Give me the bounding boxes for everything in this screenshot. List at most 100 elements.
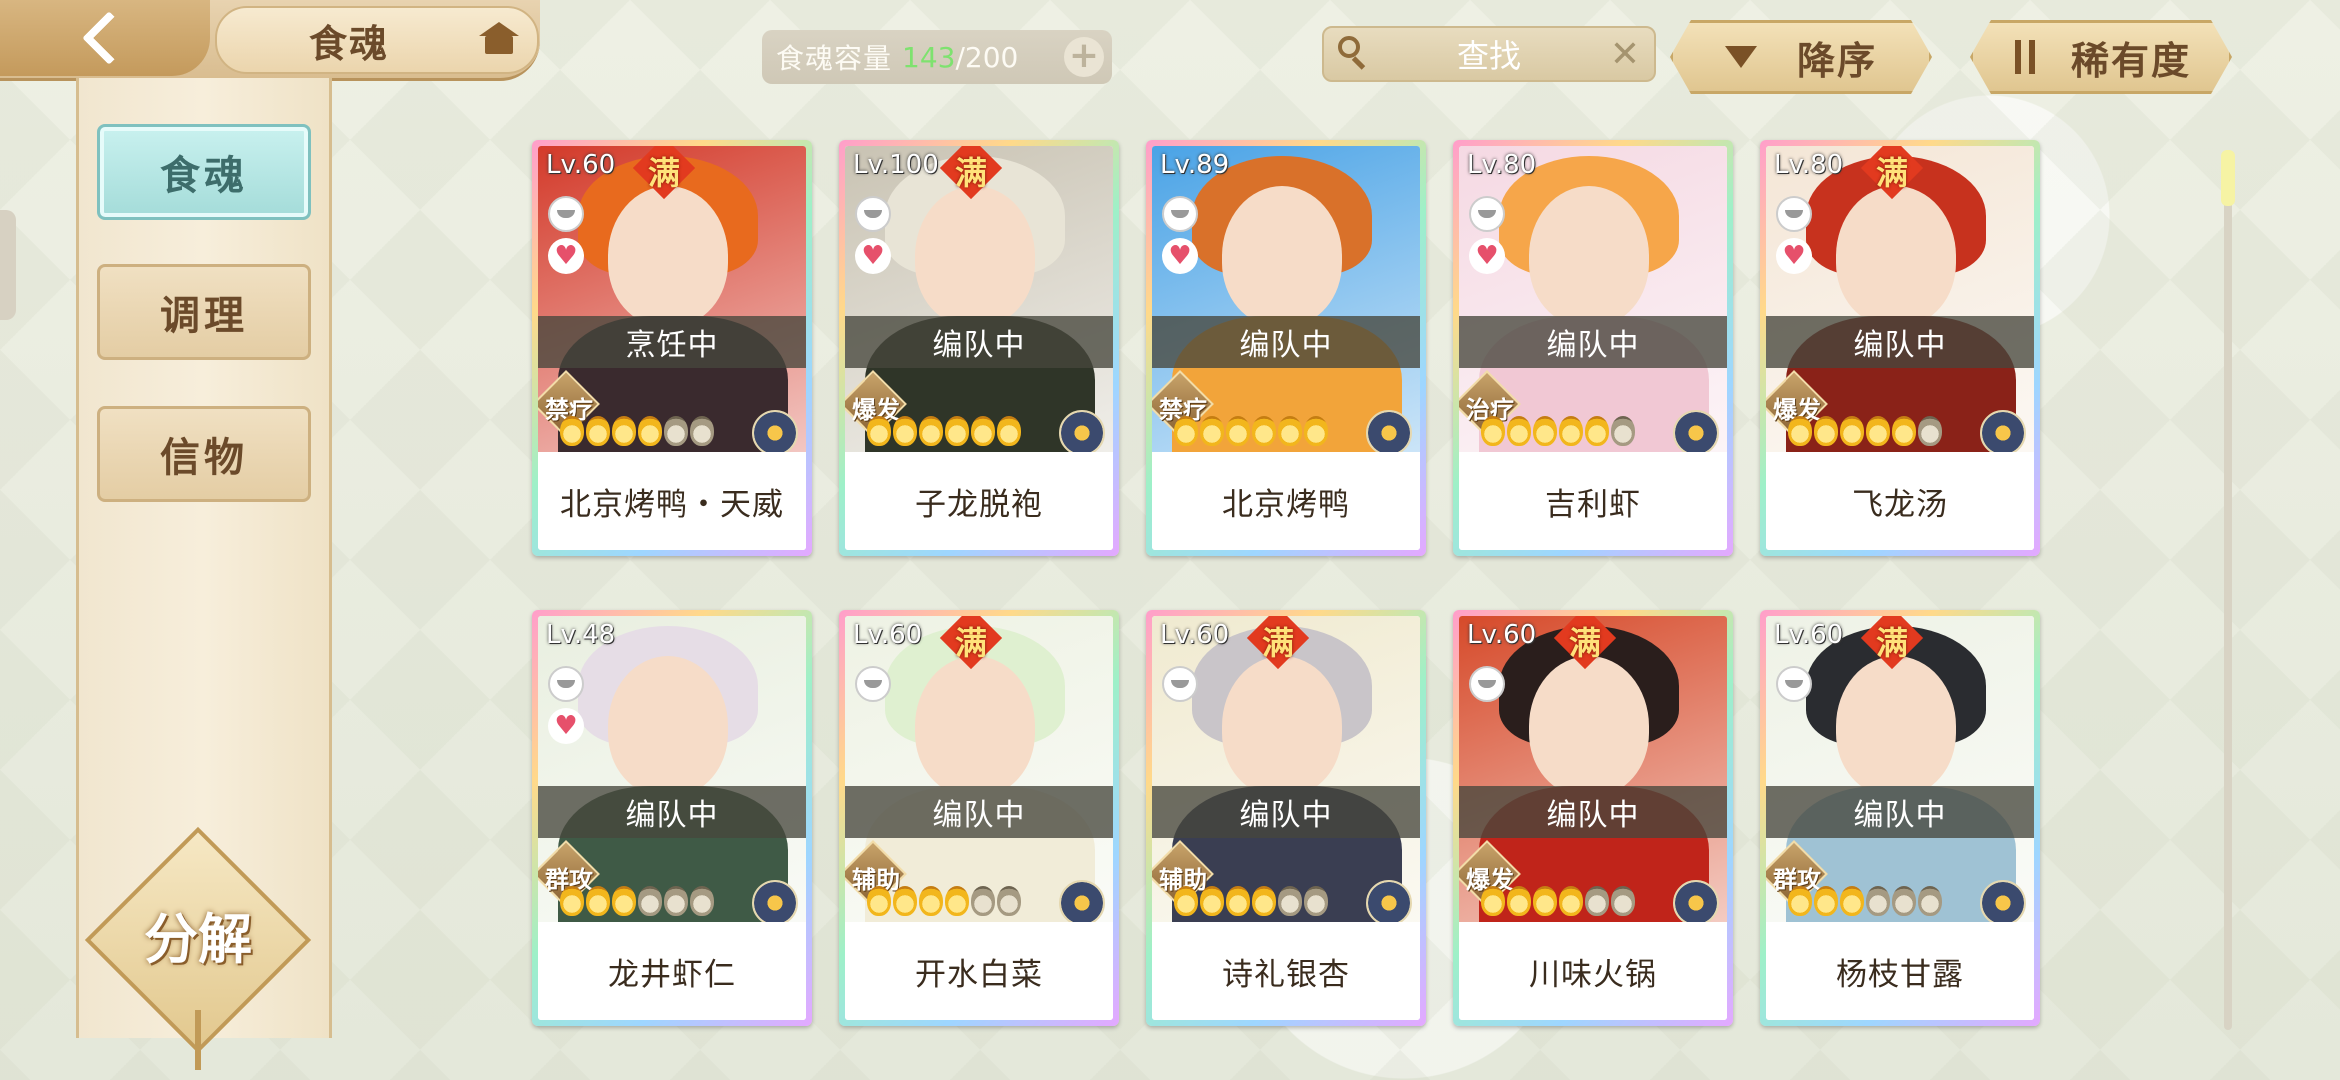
level-label: Lv.60 (546, 150, 616, 180)
bowl-icon (548, 666, 584, 702)
star-filled-icon (893, 886, 917, 916)
edge-pull-tab[interactable] (0, 210, 16, 320)
star-empty-icon (1918, 416, 1942, 446)
sort-key-label: 稀有度 (2070, 38, 2191, 83)
star-empty-icon (1611, 416, 1635, 446)
star-filled-icon (1585, 416, 1609, 446)
star-empty-icon (1304, 886, 1328, 916)
star-filled-icon (1559, 886, 1583, 916)
level-label: Lv.60 (1467, 620, 1537, 650)
star-filled-icon (1226, 416, 1250, 446)
element-icon (1673, 410, 1719, 452)
status-bar: 编队中 (1766, 316, 2034, 368)
star-rating (867, 416, 1021, 450)
star-filled-icon (1174, 416, 1198, 446)
food-soul-card[interactable]: 编队中 群攻 Lv.60 满 杨枝甘露 (1760, 610, 2040, 1026)
star-empty-icon (997, 886, 1021, 916)
card-name: 诗礼银杏 (1152, 922, 1420, 1020)
bowl-icon (1776, 666, 1812, 702)
food-soul-card[interactable]: 编队中 爆发 Lv.80 满 飞龙汤 (1760, 140, 2040, 556)
star-filled-icon (1507, 886, 1531, 916)
star-filled-icon (1200, 886, 1224, 916)
level-label: Lv.80 (1774, 150, 1844, 180)
element-icon (752, 880, 798, 922)
food-soul-card[interactable]: 编队中 治疗 Lv.80 吉利虾 (1453, 140, 1733, 556)
level-label: Lv.60 (1160, 620, 1230, 650)
element-icon (1980, 880, 2026, 922)
card-name: 吉利虾 (1459, 452, 1727, 550)
star-filled-icon (612, 416, 636, 446)
food-soul-card[interactable]: 编队中 禁疗 Lv.89 北京烤鸭 (1146, 140, 1426, 556)
star-filled-icon (1507, 416, 1531, 446)
card-name: 北京烤鸭 (1152, 452, 1420, 550)
add-capacity-button[interactable]: + (1064, 37, 1104, 77)
food-soul-card[interactable]: 编队中 爆发 Lv.100 满 子龙脱袍 (839, 140, 1119, 556)
search-box[interactable]: 查找 ✕ (1322, 26, 1656, 82)
star-empty-icon (638, 886, 662, 916)
card-name: 北京烤鸭・天威 (538, 452, 806, 550)
food-soul-card[interactable]: 编队中 爆发 Lv.60 满 川味火锅 (1453, 610, 1733, 1026)
star-filled-icon (945, 886, 969, 916)
tab-conditioning[interactable]: 调理 (97, 264, 311, 360)
star-rating (560, 416, 714, 450)
star-filled-icon (945, 416, 969, 446)
status-bar: 编队中 (845, 316, 1113, 368)
portrait-face (915, 656, 1035, 796)
food-soul-card[interactable]: 编队中 群攻 Lv.48 龙井虾仁 (532, 610, 812, 1026)
star-filled-icon (1481, 416, 1505, 446)
heart-icon (1469, 238, 1505, 274)
heart-icon (548, 238, 584, 274)
decompose-label[interactable]: 分解 (118, 900, 278, 980)
star-empty-icon (690, 416, 714, 446)
tab-tokens[interactable]: 信物 (97, 406, 311, 502)
sort-order-button[interactable]: 降序 (1670, 20, 1932, 94)
card-inner: 编队中 治疗 Lv.80 吉利虾 (1459, 146, 1727, 550)
food-soul-card[interactable]: 烹饪中 禁疗 Lv.60 满 北京烤鸭・天威 (532, 140, 812, 556)
status-bar: 编队中 (845, 786, 1113, 838)
star-filled-icon (586, 886, 610, 916)
card-inner: 烹饪中 禁疗 Lv.60 满 北京烤鸭・天威 (538, 146, 806, 550)
max-badge: 满 (1875, 624, 1908, 662)
tab-food-soul[interactable]: 食魂 (97, 124, 311, 220)
star-empty-icon (690, 886, 714, 916)
card-inner: 编队中 群攻 Lv.60 满 杨枝甘露 (1766, 616, 2034, 1020)
back-button[interactable] (0, 0, 210, 76)
star-filled-icon (1814, 416, 1838, 446)
home-icon[interactable] (477, 22, 521, 58)
star-empty-icon (1892, 886, 1916, 916)
star-filled-icon (867, 416, 891, 446)
scrollbar-thumb[interactable] (2221, 150, 2235, 206)
card-inner: 编队中 爆发 Lv.80 满 飞龙汤 (1766, 146, 2034, 550)
search-input[interactable]: 查找 (1324, 31, 1654, 77)
star-filled-icon (638, 416, 662, 446)
star-filled-icon (1481, 886, 1505, 916)
portrait-face (1529, 656, 1649, 796)
food-soul-grid: 烹饪中 禁疗 Lv.60 满 北京烤鸭・天威 编队中 (532, 140, 2042, 1040)
star-empty-icon (1611, 886, 1635, 916)
food-soul-card[interactable]: 编队中 辅助 Lv.60 满 开水白菜 (839, 610, 1119, 1026)
star-rating (1788, 886, 1942, 920)
star-filled-icon (1814, 886, 1838, 916)
card-inner: 编队中 禁疗 Lv.89 北京烤鸭 (1152, 146, 1420, 550)
star-filled-icon (893, 416, 917, 446)
element-icon (752, 410, 798, 452)
star-empty-icon (971, 886, 995, 916)
star-filled-icon (1304, 416, 1328, 446)
card-name: 川味火锅 (1459, 922, 1727, 1020)
triangle-down-icon (1724, 46, 1757, 68)
sort-key-button[interactable]: 稀有度 (1970, 20, 2232, 94)
clear-search-icon[interactable]: ✕ (1610, 34, 1640, 75)
food-soul-card[interactable]: 编队中 辅助 Lv.60 满 诗礼银杏 (1146, 610, 1426, 1026)
status-bar: 烹饪中 (538, 316, 806, 368)
scrollbar-track[interactable] (2224, 150, 2232, 1030)
element-icon (1673, 880, 1719, 922)
star-filled-icon (612, 886, 636, 916)
element-icon (1366, 880, 1412, 922)
card-inner: 编队中 辅助 Lv.60 满 开水白菜 (845, 616, 1113, 1020)
status-bar: 编队中 (538, 786, 806, 838)
star-filled-icon (1533, 416, 1557, 446)
portrait-face (1529, 186, 1649, 326)
level-label: Lv.60 (1774, 620, 1844, 650)
card-name: 开水白菜 (845, 922, 1113, 1020)
star-rating (1481, 886, 1635, 920)
